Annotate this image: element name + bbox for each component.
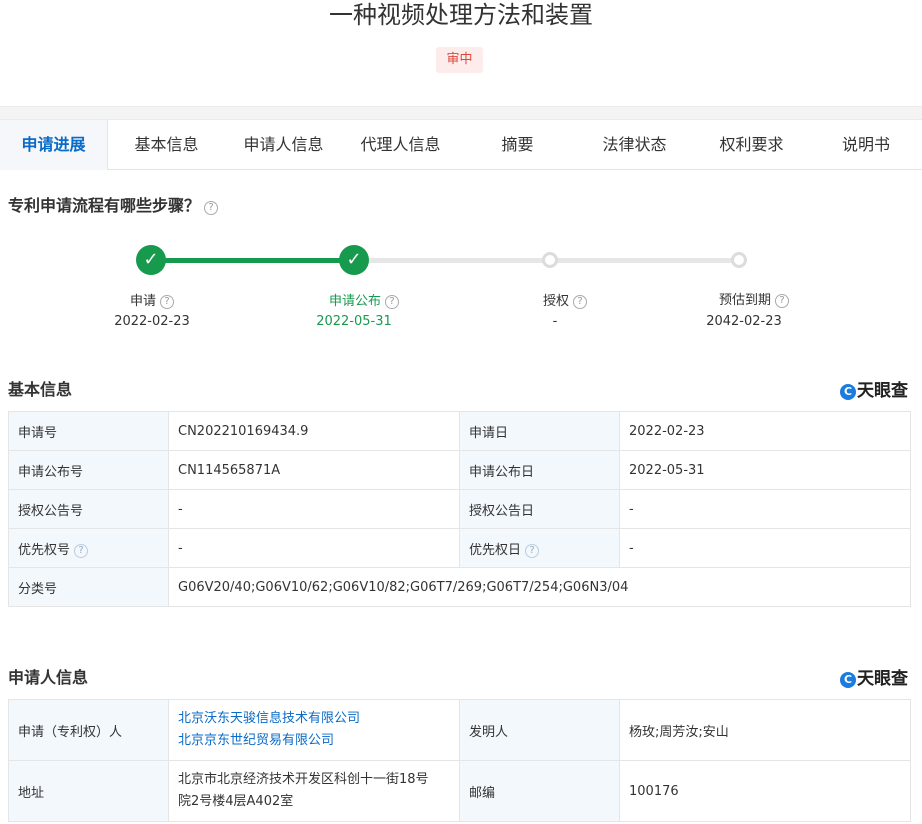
field-label: 申请公布日 — [459, 450, 620, 490]
tab-abstract[interactable]: 摘要 — [459, 120, 576, 170]
address-value: 北京市北京经济技术开发区科创十一街18号 院2号楼4层A402室 — [168, 760, 460, 822]
applicant-links: 北京沃东天骏信息技术有限公司 北京京东世纪贸易有限公司 — [168, 699, 460, 761]
progress-steps: ✓ ✓ 申请? 2022-02-23 申请公布? 2022-05-31 授权? … — [0, 244, 922, 344]
help-icon[interactable]: ? — [385, 295, 399, 309]
tianyancha-logo[interactable]: C 天眼查 — [840, 664, 908, 689]
field-label: 地址 — [8, 760, 169, 822]
field-value: - — [168, 528, 460, 568]
step-label: 预估到期? — [674, 289, 834, 308]
field-value: 100176 — [619, 760, 911, 822]
table-row: 申请号 CN202210169434.9 申请日 2022-02-23 — [8, 411, 911, 451]
field-label: 优先权号? — [8, 528, 169, 568]
step-label-text: 授权 — [542, 294, 569, 309]
step-date: 2022-02-23 — [114, 314, 190, 329]
field-value: - — [168, 489, 460, 529]
tianyancha-logo-text: 天眼查 — [857, 669, 908, 689]
field-label: 授权公告日 — [459, 489, 620, 529]
status-badge: 审中 — [436, 47, 483, 73]
field-value: 2022-02-23 — [619, 411, 911, 451]
step-label: 申请? — [72, 290, 232, 309]
step-date: 2022-05-31 — [316, 314, 392, 329]
field-label: 发明人 — [459, 699, 620, 761]
field-value: CN202210169434.9 — [168, 411, 460, 451]
check-icon: ✓ — [339, 245, 369, 275]
tab-legal-status[interactable]: 法律状态 — [576, 120, 693, 170]
pending-step-icon — [731, 252, 747, 268]
step-date: 2042-02-23 — [706, 314, 782, 329]
table-row: 优先权号? - 优先权日? - — [8, 528, 911, 568]
field-label: 申请公布号 — [8, 450, 169, 490]
process-question: 专利申请流程有哪些步骤？? — [8, 194, 219, 218]
tab-progress[interactable]: 申请进展 — [0, 120, 108, 170]
field-value: 2022-05-31 — [619, 450, 911, 490]
basic-info-title: 基本信息 — [8, 380, 73, 399]
basic-info-table: 申请号 CN202210169434.9 申请日 2022-02-23 申请公布… — [8, 411, 911, 607]
tab-claims[interactable]: 权利要求 — [693, 120, 810, 170]
address-line: 北京市北京经济技术开发区科创十一街18号 — [178, 772, 429, 787]
classification-value: G06V20/40;G06V10/62;G06V10/82;G06T7/269;… — [168, 567, 911, 607]
step-label-text: 申请 — [129, 294, 156, 309]
step-label: 申请公布? — [284, 290, 444, 309]
field-label: 优先权日? — [459, 528, 620, 568]
step-label-text: 预估到期 — [718, 293, 771, 308]
field-value: - — [619, 528, 911, 568]
tianyancha-logo-icon: C — [840, 672, 856, 688]
tianyancha-logo-text: 天眼查 — [857, 381, 908, 401]
tab-basic-info[interactable]: 基本信息 — [108, 120, 225, 170]
header-divider — [0, 106, 922, 120]
field-label: 申请号 — [8, 411, 169, 451]
help-icon[interactable]: ? — [775, 294, 789, 308]
step-label: 授权? — [485, 290, 645, 309]
address-line: 院2号楼4层A402室 — [178, 794, 294, 809]
field-label: 邮编 — [459, 760, 620, 822]
help-icon[interactable]: ? — [160, 295, 174, 309]
tianyancha-logo-icon: C — [840, 384, 856, 400]
table-row: 申请公布号 CN114565871A 申请公布日 2022-05-31 — [8, 450, 911, 490]
table-row: 地址 北京市北京经济技术开发区科创十一街18号 院2号楼4层A402室 邮编 1… — [8, 760, 911, 822]
applicant-info-title: 申请人信息 — [8, 668, 89, 687]
help-icon[interactable]: ? — [573, 295, 587, 309]
tab-description[interactable]: 说明书 — [810, 120, 922, 170]
help-icon[interactable]: ? — [74, 543, 89, 558]
field-label-text: 优先权日 — [469, 542, 522, 558]
field-label-text: 优先权号 — [18, 542, 71, 558]
help-icon[interactable]: ? — [204, 201, 219, 215]
field-label: 申请（专利权）人 — [8, 699, 169, 761]
field-label: 授权公告号 — [8, 489, 169, 529]
table-row: 申请（专利权）人 北京沃东天骏信息技术有限公司 北京京东世纪贸易有限公司 发明人… — [8, 699, 911, 761]
check-icon: ✓ — [136, 245, 166, 275]
field-value: CN114565871A — [168, 450, 460, 490]
applicant-link[interactable]: 北京沃东天骏信息技术有限公司 — [178, 708, 450, 730]
field-label: 申请日 — [459, 411, 620, 451]
field-label: 分类号 — [8, 567, 169, 607]
applicant-info-table: 申请（专利权）人 北京沃东天骏信息技术有限公司 北京京东世纪贸易有限公司 发明人… — [8, 699, 911, 822]
table-row: 授权公告号 - 授权公告日 - — [8, 489, 911, 529]
step-label-text: 申请公布 — [328, 294, 381, 309]
field-value: - — [619, 489, 911, 529]
tab-applicant-info[interactable]: 申请人信息 — [225, 120, 342, 170]
pending-step-icon — [542, 252, 558, 268]
applicant-link[interactable]: 北京京东世纪贸易有限公司 — [178, 730, 450, 752]
page-title: 一种视频处理方法和装置 — [329, 1, 593, 29]
progress-line-done — [152, 258, 354, 263]
tianyancha-logo[interactable]: C 天眼查 — [840, 376, 908, 401]
tab-bar: 申请进展 基本信息 申请人信息 代理人信息 摘要 法律状态 权利要求 说明书 — [0, 120, 922, 170]
process-question-text: 专利申请流程有哪些步骤？ — [8, 196, 201, 215]
help-icon[interactable]: ? — [525, 543, 540, 558]
table-row: 分类号 G06V20/40;G06V10/62;G06V10/82;G06T7/… — [8, 567, 911, 607]
field-value: 杨玫;周芳汝;安山 — [619, 699, 911, 761]
tab-agent-info[interactable]: 代理人信息 — [342, 120, 459, 170]
step-date: - — [552, 314, 558, 329]
